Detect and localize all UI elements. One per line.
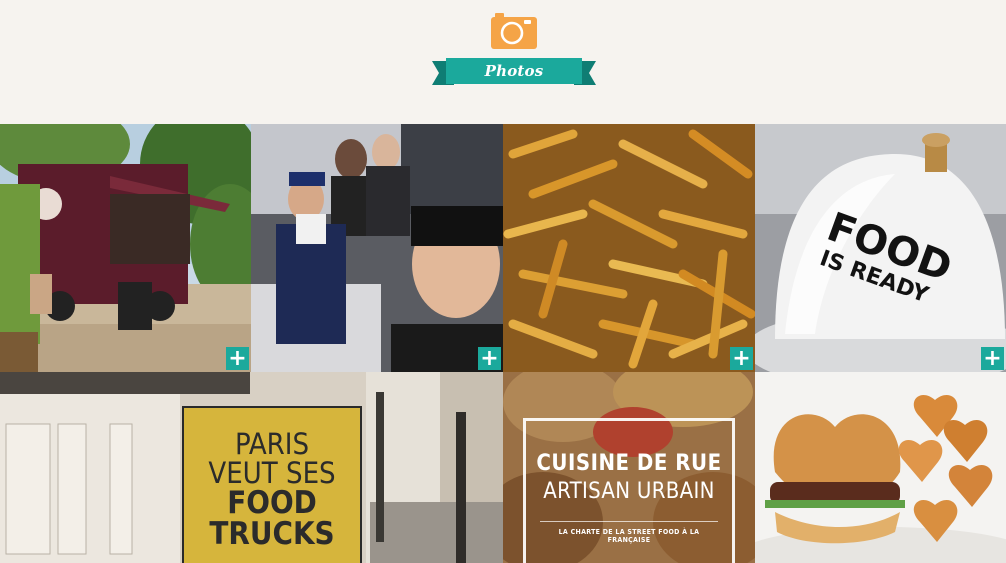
photo-tile-fries[interactable]: + <box>503 124 755 372</box>
camera-icon <box>491 13 537 49</box>
plus-icon: + <box>983 346 1002 371</box>
heart-burger-image <box>755 372 1006 563</box>
photo-tile-service-bell[interactable]: FOOD IS READY + <box>755 124 1006 372</box>
expand-photo-button[interactable]: + <box>226 347 249 370</box>
cuisine-subtitle: ARTISAN URBAIN <box>543 479 715 504</box>
photo-tile-cuisine-de-rue[interactable]: CUISINE DE RUE ARTISAN URBAIN LA CHARTE … <box>503 372 755 563</box>
plus-icon: + <box>732 346 751 371</box>
fries-image <box>503 124 755 372</box>
expand-photo-button[interactable]: + <box>478 347 501 370</box>
sign-line-3: FOOD <box>227 485 317 521</box>
food-truck-image <box>0 124 251 372</box>
photo-tile-crew-selfie[interactable]: + <box>251 124 503 372</box>
plus-icon: + <box>480 346 499 371</box>
cuisine-tagline: LA CHARTE DE LA STREET FOOD À LA FRANÇAI… <box>540 521 718 544</box>
expand-photo-button[interactable]: + <box>981 347 1004 370</box>
photo-grid: + + + FOOD IS READY + PARIS VEUT SES FOO… <box>0 124 1006 563</box>
photo-tile-paris-street-sign[interactable]: PARIS VEUT SES FOOD TRUCKS <box>0 372 503 563</box>
crew-selfie-image <box>251 124 503 372</box>
photo-tile-heart-burger[interactable] <box>755 372 1006 563</box>
photo-tile-food-truck[interactable]: + <box>0 124 251 372</box>
cuisine-de-rue-frame: CUISINE DE RUE ARTISAN URBAIN LA CHARTE … <box>523 418 735 563</box>
photos-section-header: Photos <box>0 0 1006 124</box>
plus-icon: + <box>228 346 247 371</box>
section-title: Photos <box>484 62 544 80</box>
sign-line-4: TRUCKS <box>209 516 335 552</box>
sign-line-1: PARIS <box>234 427 310 461</box>
cuisine-title: CUISINE DE RUE <box>536 451 722 476</box>
food-trucks-sign: PARIS VEUT SES FOOD TRUCKS <box>182 406 362 563</box>
sign-line-2: VEUT SES <box>208 456 336 490</box>
expand-photo-button[interactable]: + <box>730 347 753 370</box>
